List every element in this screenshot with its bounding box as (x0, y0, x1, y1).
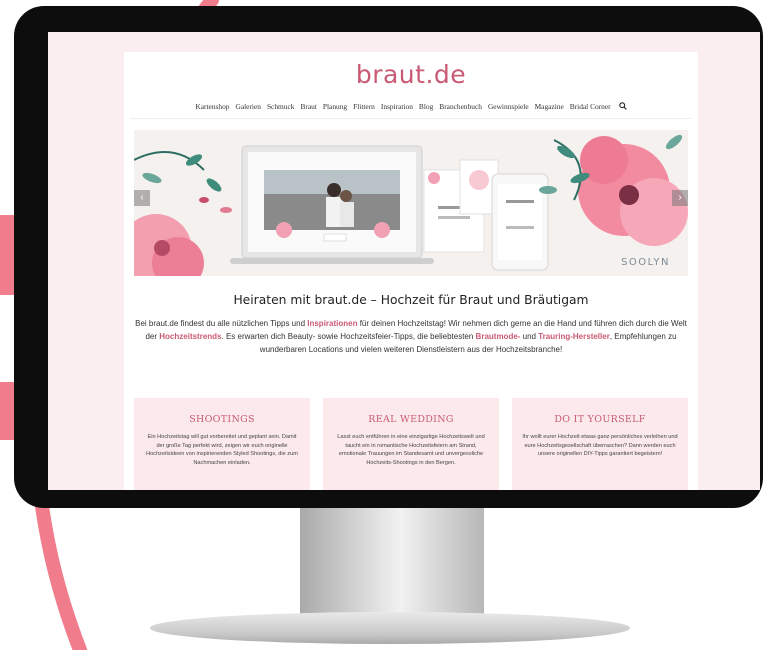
card-title: DO IT YOURSELF (554, 414, 646, 425)
monitor: braut.de Kartenshop Galerien Schmuck Braut P… (14, 6, 763, 508)
header-divider (130, 118, 692, 119)
nav-item-kartenshop[interactable]: Kartenshop (195, 102, 229, 112)
card-do-it-yourself[interactable]: DO IT YOURSELF Ihr wollt eurer Hochzeit … (512, 398, 688, 490)
nav-item-magazine[interactable]: Magazine (535, 102, 564, 112)
hero-prev-arrow[interactable]: ‹ (134, 190, 150, 206)
intro-text: Bei braut.de findest du alle nützlichen … (132, 317, 690, 356)
chevron-right-icon: › (678, 192, 682, 203)
hero-illustration (134, 134, 688, 276)
monitor-stand-base (150, 612, 630, 644)
card-title: REAL WEDDING (368, 414, 454, 425)
inspirationen-link[interactable]: Inspirationen (307, 319, 357, 328)
card-title: SHOOTINGS (189, 414, 255, 425)
main-navigation: Kartenshop Galerien Schmuck Braut Planung Fli… (124, 102, 698, 112)
intro-text-part: und (520, 332, 539, 341)
trauring-hersteller-link[interactable]: Trauring-Hersteller (538, 332, 610, 341)
stage: braut.de Kartenshop Galerien Schmuck Braut P… (0, 0, 763, 650)
nav-item-gewinnspiele[interactable]: Gewinnspiele (488, 102, 529, 112)
intro-text-part: Bei braut.de findest du alle nützlichen … (135, 319, 308, 328)
card-text: Lasst euch entführen in eine einzigartig… (337, 434, 485, 466)
nav-item-flittern[interactable]: Flittern (353, 102, 375, 112)
nav-item-planung[interactable]: Planung (323, 102, 347, 112)
card-shootings[interactable]: SHOOTINGS Ein Hochzeitstag will gut vorb… (134, 398, 310, 490)
page-heading: Heiraten mit braut.de – Hochzeit für Bra… (233, 293, 589, 307)
chevron-left-icon: ‹ (140, 192, 144, 203)
nav-item-braut[interactable]: Braut (300, 102, 316, 112)
intro-text-part: . Es erwarten dich Beauty- sowie Hochzei… (221, 332, 476, 341)
nav-item-branchenbuch[interactable]: Branchenbuch (439, 102, 482, 112)
website: braut.de Kartenshop Galerien Schmuck Braut P… (124, 52, 698, 490)
hero-slider[interactable]: ‹ › SOOLYN (134, 130, 688, 276)
card-text: Ihr wollt eurer Hochzeit etwas ganz pers… (522, 434, 678, 458)
site-logo[interactable]: braut.de (124, 60, 698, 89)
search-icon[interactable] (618, 102, 627, 112)
monitor-screen: braut.de Kartenshop Galerien Schmuck Braut P… (48, 32, 760, 490)
nav-item-inspiration[interactable]: Inspiration (381, 102, 413, 112)
nav-item-galerien[interactable]: Galerien (235, 102, 260, 112)
hero-brand-label: SOOLYN (621, 257, 670, 268)
nav-item-bridal-corner[interactable]: Bridal Corner (570, 102, 611, 112)
nav-item-schmuck[interactable]: Schmuck (267, 102, 295, 112)
brautmode-link[interactable]: Brautmode- (476, 332, 521, 341)
monitor-stand-neck (300, 508, 484, 626)
card-real-wedding[interactable]: REAL WEDDING Lasst euch entführen in ein… (323, 398, 499, 490)
nav-item-blog[interactable]: Blog (419, 102, 433, 112)
card-text: Ein Hochzeitstag will gut vorbereitet un… (146, 434, 298, 466)
hochzeitstrends-link[interactable]: Hochzeitstrends (159, 332, 221, 341)
hero-next-arrow[interactable]: › (672, 190, 688, 206)
